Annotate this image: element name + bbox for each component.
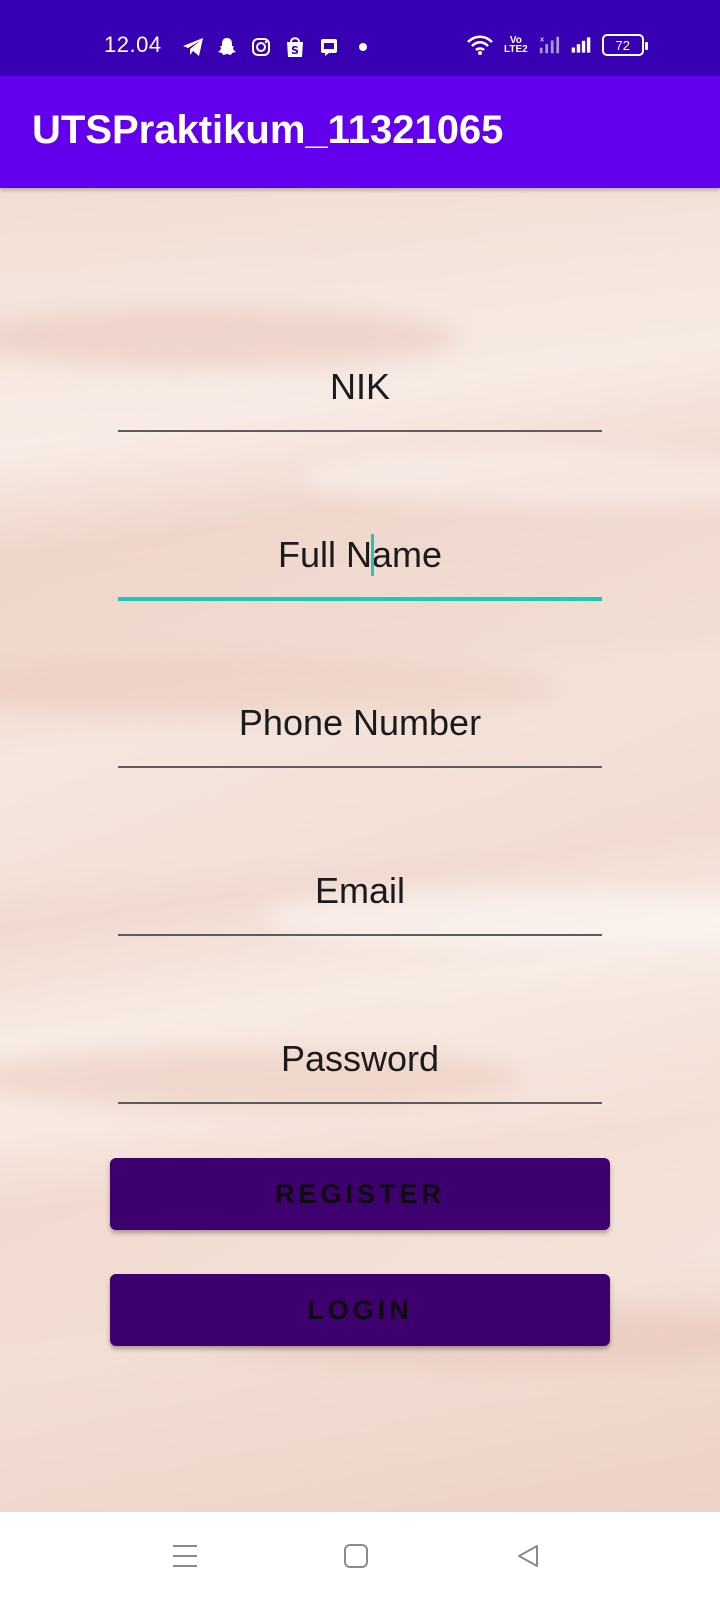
email-underline [118,934,602,936]
status-bar: 12.04 S Vo LTE2 x 72 [0,0,720,76]
full-name-hint: Full Name [118,520,602,590]
full-name-underline [118,597,602,601]
instagram-icon [250,36,272,58]
full-name-field[interactable]: Full Name [118,520,602,601]
navigation-bar [0,1512,720,1600]
phone-number-field[interactable]: Phone Number [118,688,602,768]
nik-field[interactable]: NIK [118,352,602,432]
email-hint: Email [314,870,406,911]
nik-hint: NIK [329,366,390,407]
battery-icon: 72 [601,34,648,56]
signal-sim2-icon: x [538,34,560,56]
svg-text:x: x [540,34,545,43]
menu-icon[interactable] [163,1534,207,1578]
volte-bottom-text: LTE2 [504,44,528,55]
background-texture [300,448,720,508]
notification-dot-icon [352,36,374,58]
volte-icon: Vo LTE2 [504,36,528,55]
nik-underline [118,430,602,432]
email-field[interactable]: Email [118,856,602,936]
full-name-hint-end: ame [371,534,443,575]
signal-sim1-icon [570,34,592,56]
status-notification-icons: S [182,36,374,58]
password-hint: Password [280,1038,440,1079]
form-container: NIK Full Name Phone Number Email Passwor… [0,188,720,1512]
app-title: UTSPraktikum_11321065 [32,108,504,152]
telegram-icon [182,36,204,58]
back-triangle-icon[interactable] [506,1534,550,1578]
status-system-icons: Vo LTE2 x 72 [466,34,648,56]
login-button[interactable]: LOGIN [110,1274,610,1346]
battery-level: 72 [615,37,630,53]
register-button[interactable]: REGISTER [110,1158,610,1230]
phone-number-underline [118,766,602,768]
messenger-app-icon [318,36,340,58]
home-square-icon[interactable] [334,1534,378,1578]
text-cursor [370,534,374,577]
app-bar: UTSPraktikum_11321065 [0,76,720,188]
password-field[interactable]: Password [118,1024,602,1104]
full-name-hint-start: Full N [277,534,372,575]
svg-text:S: S [291,44,299,57]
password-underline [118,1102,602,1104]
status-time: 12.04 [104,32,162,57]
shopee-icon: S [284,36,306,58]
wifi-icon [466,34,494,56]
phone-number-hint: Phone Number [238,702,482,743]
snapchat-icon [216,36,238,58]
